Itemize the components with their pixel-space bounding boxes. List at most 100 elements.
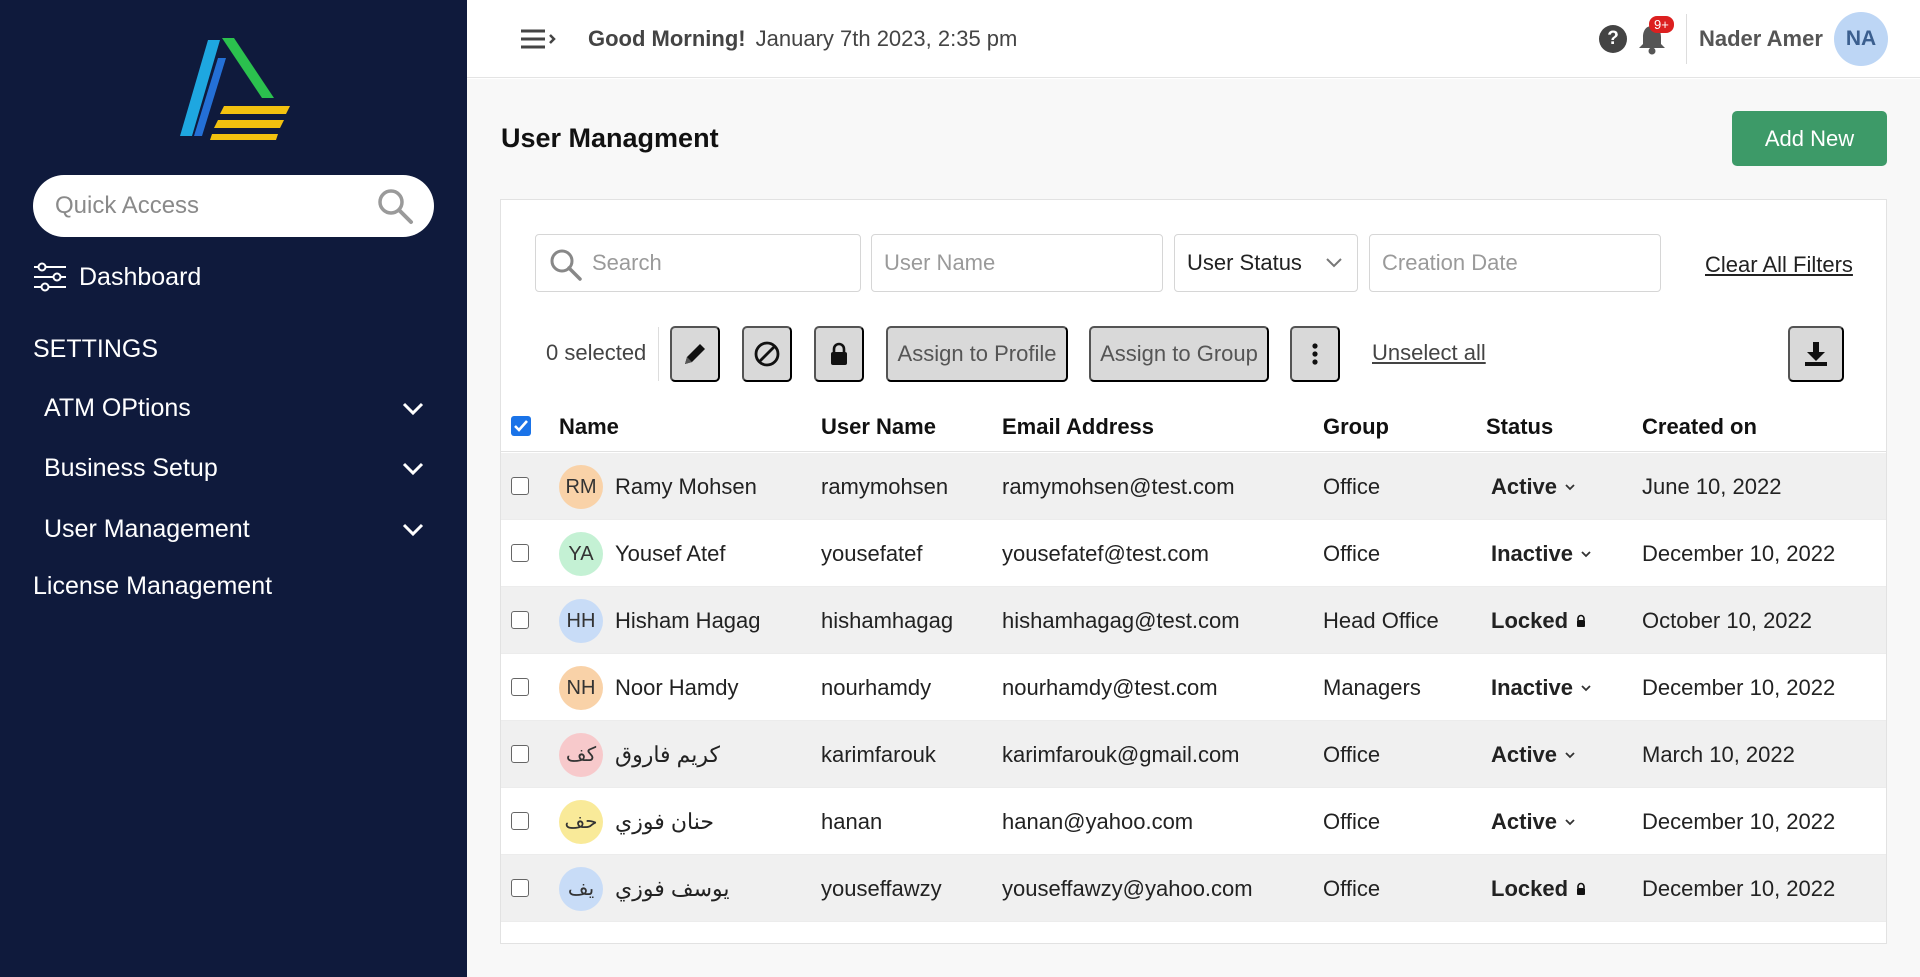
user-username: hishamhagag bbox=[821, 608, 954, 633]
user-created-on: June 10, 2022 bbox=[1642, 474, 1782, 499]
sidebar-item-license-management[interactable]: License Management bbox=[33, 572, 272, 601]
creation-date-filter bbox=[1369, 234, 1661, 292]
sidebar-item-business-setup[interactable]: Business Setup bbox=[44, 454, 424, 483]
sidebar-item-atm-options[interactable]: ATM OPtions bbox=[44, 394, 424, 423]
sliders-icon bbox=[34, 262, 66, 292]
table-row[interactable]: كف كريم فاروق karimfarouk karimfarouk@gmail… bbox=[501, 721, 1886, 788]
select-all-checkbox[interactable] bbox=[511, 416, 531, 436]
status-badge[interactable]: Active bbox=[1491, 474, 1577, 500]
lock-icon bbox=[1577, 614, 1586, 627]
user-name-input[interactable] bbox=[872, 235, 1162, 291]
divider bbox=[658, 327, 659, 381]
avatar: كف bbox=[559, 733, 603, 777]
status-badge[interactable]: Active bbox=[1491, 742, 1577, 768]
search-icon[interactable] bbox=[376, 187, 414, 225]
status-badge[interactable]: Locked bbox=[1491, 608, 1588, 634]
quick-access bbox=[33, 175, 434, 237]
avatar: NH bbox=[559, 666, 603, 710]
quick-access-input[interactable] bbox=[55, 175, 375, 237]
column-header-name[interactable]: Name bbox=[559, 414, 619, 440]
user-full-name: يوسف فوزي bbox=[615, 876, 730, 901]
menu-toggle-icon[interactable] bbox=[519, 26, 559, 52]
table-row[interactable]: HH Hisham Hagag hishamhagag hishamhagag@tes… bbox=[501, 587, 1886, 654]
row-checkbox[interactable] bbox=[511, 477, 529, 495]
disable-button[interactable] bbox=[742, 326, 792, 382]
add-new-button[interactable]: Add New bbox=[1732, 111, 1887, 166]
chevron-down-icon[interactable] bbox=[1579, 547, 1593, 561]
download-button[interactable] bbox=[1788, 326, 1844, 382]
chevron-down-icon[interactable] bbox=[1579, 681, 1593, 695]
more-options-button[interactable] bbox=[1290, 326, 1340, 382]
current-datetime: January 7th 2023, 2:35 pm bbox=[755, 26, 1018, 51]
user-full-name: حنان فوزي bbox=[615, 809, 714, 834]
search-filter bbox=[535, 234, 861, 292]
column-header-group[interactable]: Group bbox=[1323, 414, 1389, 440]
table-row[interactable]: YA Yousef Atef yousefatef yousefatef@test.c… bbox=[501, 520, 1886, 587]
status-label: Active bbox=[1491, 742, 1558, 767]
edit-button[interactable] bbox=[670, 326, 720, 382]
status-badge[interactable]: Locked bbox=[1491, 876, 1588, 902]
lock-button[interactable] bbox=[814, 326, 864, 382]
status-badge[interactable]: Active bbox=[1491, 809, 1577, 835]
row-checkbox[interactable] bbox=[511, 745, 529, 763]
help-icon[interactable]: ? bbox=[1599, 25, 1627, 53]
status-label: Inactive bbox=[1491, 541, 1573, 566]
column-header-status[interactable]: Status bbox=[1486, 414, 1553, 440]
user-email: ramymohsen@test.com bbox=[1002, 474, 1235, 499]
user-group: Office bbox=[1323, 876, 1381, 901]
chevron-down-icon[interactable] bbox=[1563, 815, 1577, 829]
sidebar-item-label: User Management bbox=[44, 515, 250, 543]
column-header-user-name[interactable]: User Name bbox=[821, 414, 936, 440]
chevron-down-icon[interactable] bbox=[1563, 480, 1577, 494]
row-checkbox[interactable] bbox=[511, 544, 529, 562]
table-row[interactable]: يف يوسف فوزي youseffawzy youseffawzy@yahoo.… bbox=[501, 855, 1886, 922]
assign-to-profile-button[interactable]: Assign to Profile bbox=[886, 326, 1068, 382]
user-avatar[interactable]: NA bbox=[1834, 12, 1888, 66]
chevron-down-icon bbox=[402, 523, 424, 536]
avatar: حف bbox=[559, 800, 603, 844]
user-name[interactable]: Nader Amer bbox=[1699, 26, 1823, 52]
user-status-select[interactable]: User Status bbox=[1174, 234, 1358, 292]
assign-to-group-button[interactable]: Assign to Group bbox=[1089, 326, 1269, 382]
row-checkbox[interactable] bbox=[511, 879, 529, 897]
user-username: youseffawzy bbox=[821, 876, 942, 901]
status-badge[interactable]: Inactive bbox=[1491, 541, 1593, 567]
status-badge[interactable]: Inactive bbox=[1491, 675, 1593, 701]
chevron-down-icon[interactable] bbox=[1563, 748, 1577, 762]
row-checkbox[interactable] bbox=[511, 812, 529, 830]
column-header-email[interactable]: Email Address bbox=[1002, 414, 1154, 440]
creation-date-input[interactable] bbox=[1370, 235, 1660, 291]
app-logo[interactable] bbox=[178, 36, 290, 140]
notification-badge: 9+ bbox=[1649, 16, 1674, 33]
row-checkbox[interactable] bbox=[511, 611, 529, 629]
table-row[interactable]: NH Noor Hamdy nourhamdy nourhamdy@test.com M… bbox=[501, 654, 1886, 721]
clear-all-filters-link[interactable]: Clear All Filters bbox=[1705, 252, 1853, 278]
greeting-text: Good Morning! bbox=[588, 26, 746, 51]
user-group: Office bbox=[1323, 742, 1381, 767]
selected-count: 0 selected bbox=[546, 340, 647, 365]
row-checkbox[interactable] bbox=[511, 678, 529, 696]
user-email: youseffawzy@yahoo.com bbox=[1002, 876, 1253, 901]
sidebar-item-user-management[interactable]: User Management bbox=[44, 515, 424, 544]
chevron-down-icon bbox=[402, 402, 424, 415]
user-full-name: كريم فاروق bbox=[615, 742, 721, 767]
sidebar-item-label: Business Setup bbox=[44, 454, 218, 482]
column-header-created-on[interactable]: Created on bbox=[1642, 414, 1757, 440]
download-icon bbox=[1805, 342, 1827, 366]
search-input[interactable] bbox=[536, 235, 860, 291]
page-title: User Managment bbox=[501, 123, 719, 153]
status-label: Locked bbox=[1491, 608, 1569, 633]
table-row[interactable]: RM Ramy Mohsen ramymohsen ramymohsen@test.c… bbox=[501, 453, 1886, 520]
user-group: Office bbox=[1323, 474, 1381, 499]
user-email: nourhamdy@test.com bbox=[1002, 675, 1218, 700]
user-status-label: User Status bbox=[1187, 250, 1302, 275]
unselect-all-link[interactable]: Unselect all bbox=[1372, 340, 1486, 366]
user-username: karimfarouk bbox=[821, 742, 936, 767]
sidebar-item-dashboard[interactable]: Dashboard bbox=[33, 262, 201, 292]
table-row[interactable]: حف حنان فوزي hanan hanan@yahoo.com Office Act… bbox=[501, 788, 1886, 855]
status-label: Active bbox=[1491, 809, 1558, 834]
more-vertical-icon bbox=[1312, 343, 1318, 365]
user-full-name: Hisham Hagag bbox=[615, 608, 761, 633]
user-group: Managers bbox=[1323, 675, 1421, 700]
user-full-name: Noor Hamdy bbox=[615, 675, 739, 700]
